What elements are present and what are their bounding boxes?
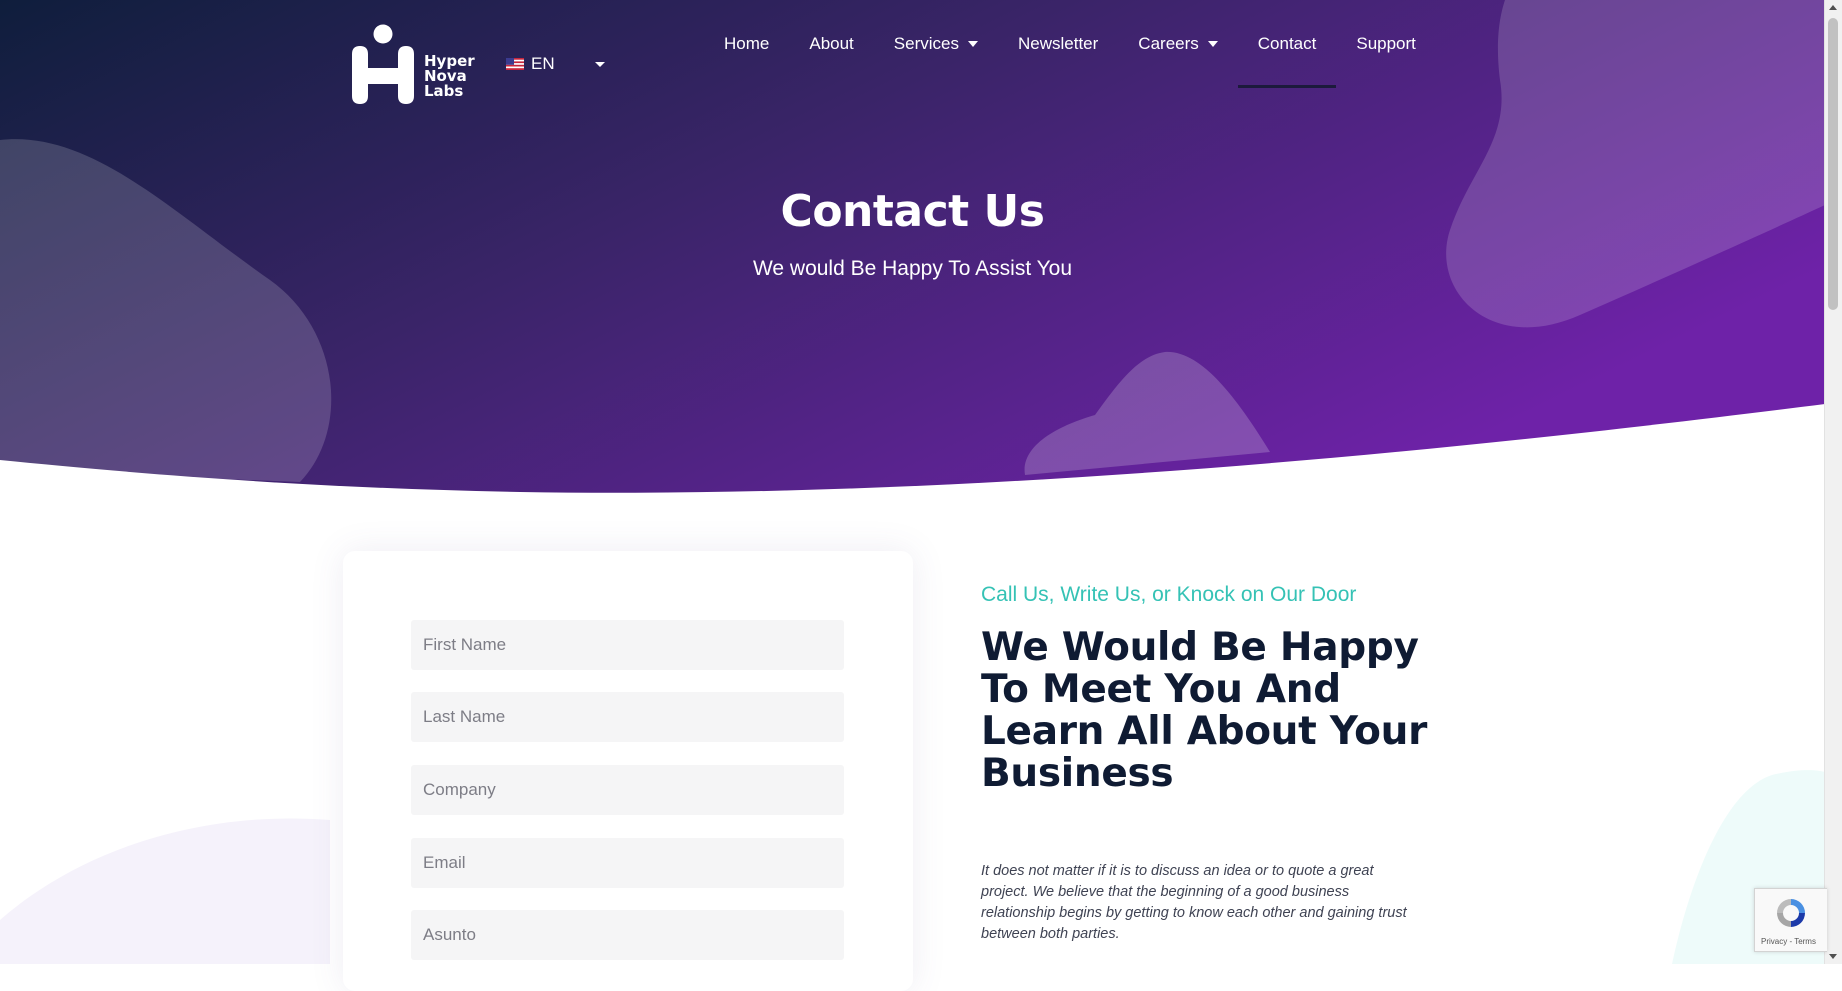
logo-word-3: Labs — [424, 82, 464, 100]
nav-item-support[interactable]: Support — [1336, 0, 1436, 88]
services-chevron-down-icon — [967, 41, 978, 47]
scroll-down-arrow-icon[interactable] — [1829, 954, 1837, 959]
contact-description: It does not matter if it is to discuss a… — [981, 863, 1407, 942]
page-title: Contact Us — [780, 186, 1045, 237]
recaptcha-icon — [1777, 899, 1805, 927]
recaptcha-links[interactable]: Privacy - Terms — [1761, 937, 1816, 946]
scroll-up-arrow-icon[interactable] — [1829, 5, 1837, 10]
nav-item-services[interactable]: Services — [874, 0, 998, 88]
main-navigation: Home About Services Newsletter Careers C… — [704, 0, 1436, 88]
nav-label-about: About — [809, 34, 854, 53]
contact-tagline: Call Us, Write Us, or Knock on Our Door — [981, 583, 1357, 606]
page-subtitle: We would Be Happy To Assist You — [752, 257, 1073, 280]
subject-input[interactable] — [411, 910, 844, 960]
nav-item-home[interactable]: Home — [704, 0, 789, 88]
first-name-input[interactable] — [411, 620, 844, 670]
recaptcha-badge[interactable]: Privacy - Terms — [1754, 888, 1827, 952]
email-input[interactable] — [411, 838, 844, 888]
nav-item-about[interactable]: About — [789, 0, 873, 88]
careers-chevron-down-icon — [1207, 41, 1218, 47]
nav-label-careers: Careers — [1138, 34, 1199, 53]
contact-heading: We Would Be Happy To Meet You And Learn … — [981, 625, 1428, 796]
company-input[interactable] — [411, 765, 844, 815]
us-flag-icon — [506, 58, 524, 70]
nav-label-support: Support — [1356, 34, 1416, 53]
nav-item-newsletter[interactable]: Newsletter — [998, 0, 1118, 88]
page-scrollbar[interactable] — [1824, 0, 1842, 964]
scrollbar-thumb[interactable] — [1828, 18, 1838, 310]
nav-item-careers[interactable]: Careers — [1118, 0, 1237, 88]
last-name-input[interactable] — [411, 692, 844, 742]
nav-label-contact: Contact — [1257, 34, 1317, 53]
site-logo[interactable]: Hyper Nova Labs — [352, 24, 492, 108]
nav-label-services: Services — [893, 34, 959, 53]
language-switcher[interactable]: EN — [506, 54, 555, 74]
nav-item-contact[interactable]: Contact — [1237, 0, 1337, 88]
nav-label-home: Home — [724, 34, 770, 53]
logo-mark-icon — [352, 24, 414, 104]
nav-label-newsletter: Newsletter — [1017, 34, 1099, 53]
logo-wordmark: Hyper Nova Labs — [424, 54, 475, 99]
language-label: EN — [531, 54, 555, 73]
contact-form — [343, 551, 913, 991]
language-chevron-down-icon[interactable] — [595, 62, 605, 67]
